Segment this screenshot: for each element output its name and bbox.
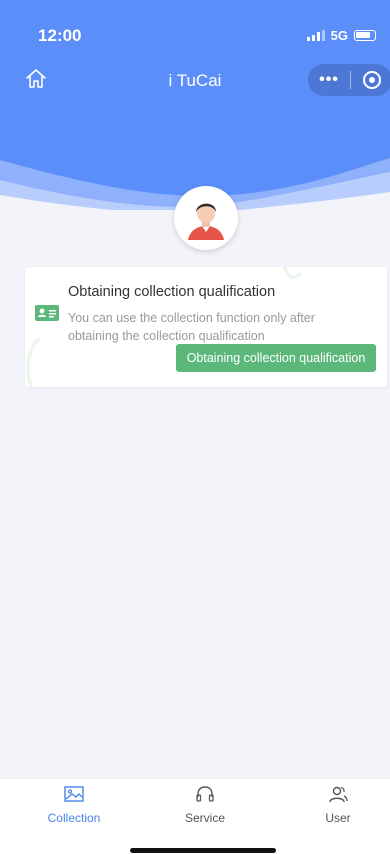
- id-card-icon: [35, 305, 59, 321]
- network-label: 5G: [330, 28, 348, 43]
- nav-bar: i TuCai •••: [0, 62, 390, 98]
- users-icon: [329, 786, 348, 803]
- headset-icon: [196, 786, 214, 802]
- signal-icon: [306, 30, 325, 41]
- image-icon: [64, 786, 84, 802]
- qualification-card: Obtaining collection qualification You c…: [25, 267, 387, 387]
- tab-label: Collection: [47, 811, 101, 825]
- target-icon: [362, 71, 381, 89]
- mini-program-capsule: •••: [308, 64, 390, 96]
- card-description: You can use the collection function only…: [68, 311, 315, 343]
- card-title: Obtaining collection qualification: [68, 284, 276, 300]
- tab-service[interactable]: Service: [155, 785, 255, 825]
- person-avatar-icon: [178, 190, 234, 246]
- status-indicators: 5G: [306, 28, 376, 43]
- status-time: 12:00: [38, 26, 82, 45]
- status-bar: 12:00 5G: [0, 0, 390, 70]
- home-indicator[interactable]: [130, 848, 276, 853]
- avatar[interactable]: [174, 186, 238, 250]
- close-program-button[interactable]: [351, 70, 390, 90]
- tab-collection[interactable]: Collection: [24, 785, 124, 825]
- tab-bar: Collection Service User: [0, 778, 390, 854]
- obtain-qualification-button[interactable]: Obtaining collection qualification: [176, 344, 376, 372]
- battery-icon: [354, 30, 376, 41]
- tab-user[interactable]: User: [288, 785, 388, 825]
- tab-label: Service: [184, 811, 225, 825]
- more-button[interactable]: •••: [308, 71, 350, 89]
- header-banner: 12:00 5G i TuCai •••: [0, 0, 390, 210]
- tab-label: User: [325, 811, 351, 825]
